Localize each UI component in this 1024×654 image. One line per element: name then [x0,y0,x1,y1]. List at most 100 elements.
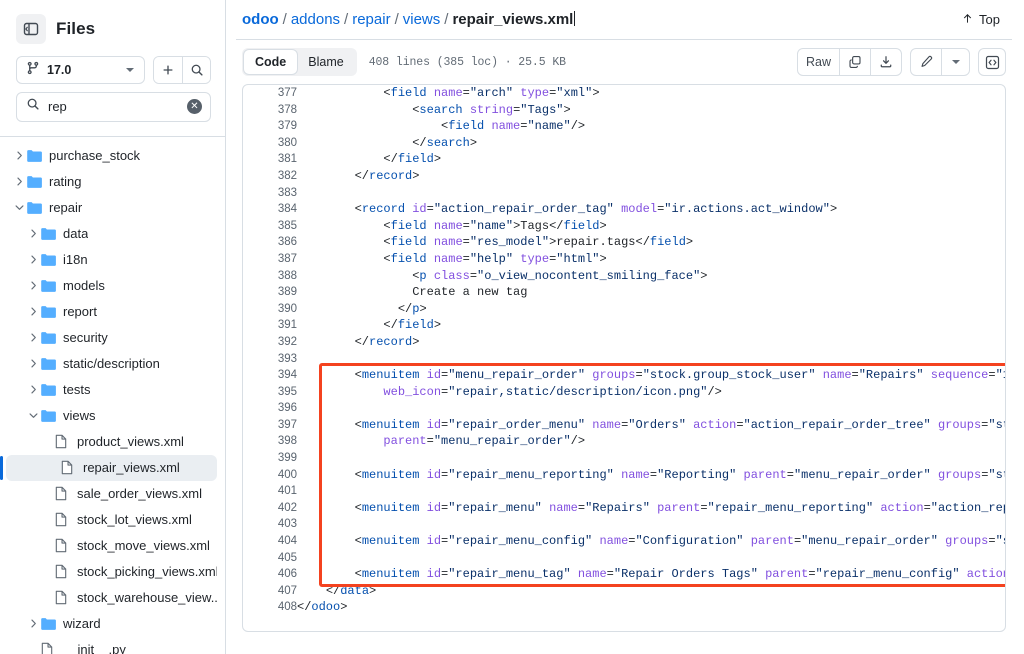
code-line-content[interactable]: <menuitem id="repair_menu_config" name="… [297,533,1005,550]
line-number[interactable]: 385 [243,218,297,235]
line-number[interactable]: 406 [243,566,297,583]
code-line-content[interactable]: </field> [297,151,1005,168]
chevron-right-icon[interactable] [26,281,40,290]
chevron-right-icon[interactable] [26,359,40,368]
code-line-content[interactable]: <menuitem id="repair_order_menu" name="O… [297,417,1005,434]
pencil-icon[interactable] [911,49,941,75]
file-search-box[interactable]: ✕ [16,92,211,122]
code-line-content[interactable]: <field name="name">Tags</field> [297,218,1005,235]
line-number[interactable]: 387 [243,251,297,268]
code-line-content[interactable]: </data> [297,583,1005,600]
line-number[interactable]: 397 [243,417,297,434]
tree-folder-security[interactable]: security [0,325,225,351]
code-line-content[interactable]: <menuitem id="repair_menu" name="Repairs… [297,500,1005,517]
chevron-down-icon[interactable] [941,49,969,75]
line-number[interactable]: 380 [243,135,297,152]
code-brackets-icon[interactable] [978,48,1006,76]
tree-folder-wizard[interactable]: wizard [0,611,225,637]
line-number[interactable]: 398 [243,433,297,450]
chevron-right-icon[interactable] [12,151,26,160]
chevron-right-icon[interactable] [26,255,40,264]
tree-file-stock-move-views-xml[interactable]: stock_move_views.xml [0,533,225,559]
code-line-content[interactable] [297,550,1005,567]
code-line-content[interactable]: </odoo> [297,599,1005,616]
line-number[interactable]: 396 [243,400,297,417]
line-number[interactable]: 384 [243,201,297,218]
tree-file-stock-warehouse-view-[interactable]: stock_warehouse_view... [0,585,225,611]
line-number[interactable]: 400 [243,467,297,484]
tree-folder-static-description[interactable]: static/description [0,351,225,377]
code-line-content[interactable]: <field name="help" type="html"> [297,251,1005,268]
tree-file-stock-picking-views-xml[interactable]: stock_picking_views.xml [0,559,225,585]
chevron-right-icon[interactable] [26,385,40,394]
line-number[interactable]: 389 [243,284,297,301]
line-number[interactable]: 388 [243,268,297,285]
line-number[interactable]: 401 [243,483,297,500]
chevron-right-icon[interactable] [26,307,40,316]
code-line-content[interactable]: <field name="res_model">repair.tags</fie… [297,234,1005,251]
line-number[interactable]: 404 [243,533,297,550]
code-line-content[interactable] [297,516,1005,533]
line-number[interactable]: 395 [243,384,297,401]
code-line-content[interactable]: <menuitem id="menu_repair_order" groups=… [297,367,1005,384]
code-line-content[interactable] [297,185,1005,202]
raw-button[interactable]: Raw [798,49,839,75]
code-line-content[interactable]: </search> [297,135,1005,152]
search-input[interactable] [48,99,179,115]
line-number[interactable]: 381 [243,151,297,168]
tree-file-product-views-xml[interactable]: product_views.xml [0,429,225,455]
search-icon[interactable] [182,57,210,83]
line-number[interactable]: 393 [243,351,297,368]
breadcrumb-link-repair[interactable]: repair [352,11,390,28]
plus-icon[interactable] [154,57,182,83]
chevron-down-icon[interactable] [12,203,26,212]
tab-blame[interactable]: Blame [297,50,354,74]
tree-folder-rating[interactable]: rating [0,169,225,195]
code-line-content[interactable]: <menuitem id="repair_menu_reporting" nam… [297,467,1005,484]
tree-folder-models[interactable]: models [0,273,225,299]
sidebar-collapse-icon[interactable] [16,14,46,44]
line-number[interactable]: 390 [243,301,297,318]
line-number[interactable]: 386 [243,234,297,251]
tree-folder-repair[interactable]: repair [0,195,225,221]
top-link[interactable]: Top [961,12,1004,28]
code-line-content[interactable]: <search string="Tags"> [297,102,1005,119]
breadcrumb-link-views[interactable]: views [403,11,441,28]
code-line-content[interactable]: <menuitem id="repair_menu_tag" name="Rep… [297,566,1005,583]
code-line-content[interactable]: <p class="o_view_nocontent_smiling_face"… [297,268,1005,285]
code-line-content[interactable]: </field> [297,317,1005,334]
chevron-down-icon[interactable] [26,411,40,420]
line-number[interactable]: 405 [243,550,297,567]
tree-folder-views[interactable]: views [0,403,225,429]
line-number[interactable]: 379 [243,118,297,135]
line-number[interactable]: 383 [243,185,297,202]
code-line-content[interactable]: parent="menu_repair_order"/> [297,433,1005,450]
line-number[interactable]: 382 [243,168,297,185]
line-number[interactable]: 391 [243,317,297,334]
tab-code[interactable]: Code [244,50,298,74]
tree-file-sale-order-views-xml[interactable]: sale_order_views.xml [0,481,225,507]
code-scroll-area[interactable]: 377 <field name="arch" type="xml"> 378 <s… [243,85,1005,631]
code-line-content[interactable]: </p> [297,301,1005,318]
tree-folder-data[interactable]: data [0,221,225,247]
download-icon[interactable] [870,49,901,75]
code-line-content[interactable] [297,450,1005,467]
code-line-content[interactable] [297,351,1005,368]
copy-icon[interactable] [839,49,870,75]
line-number[interactable]: 377 [243,85,297,102]
line-number[interactable]: 402 [243,500,297,517]
chevron-right-icon[interactable] [26,229,40,238]
line-number[interactable]: 392 [243,334,297,351]
clear-icon[interactable]: ✕ [187,99,202,115]
line-number[interactable]: 407 [243,583,297,600]
tree-folder-tests[interactable]: tests [0,377,225,403]
code-line-content[interactable]: </record> [297,334,1005,351]
chevron-right-icon[interactable] [12,177,26,186]
breadcrumb-link-odoo[interactable]: odoo [242,11,279,28]
breadcrumb-link-addons[interactable]: addons [291,11,340,28]
line-number[interactable]: 378 [243,102,297,119]
code-line-content[interactable]: web_icon="repair,static/description/icon… [297,384,1005,401]
tree-file-repair-views-xml[interactable]: repair_views.xml [0,454,217,481]
code-line-content[interactable]: <record id="action_repair_order_tag" mod… [297,201,1005,218]
chevron-right-icon[interactable] [26,333,40,342]
